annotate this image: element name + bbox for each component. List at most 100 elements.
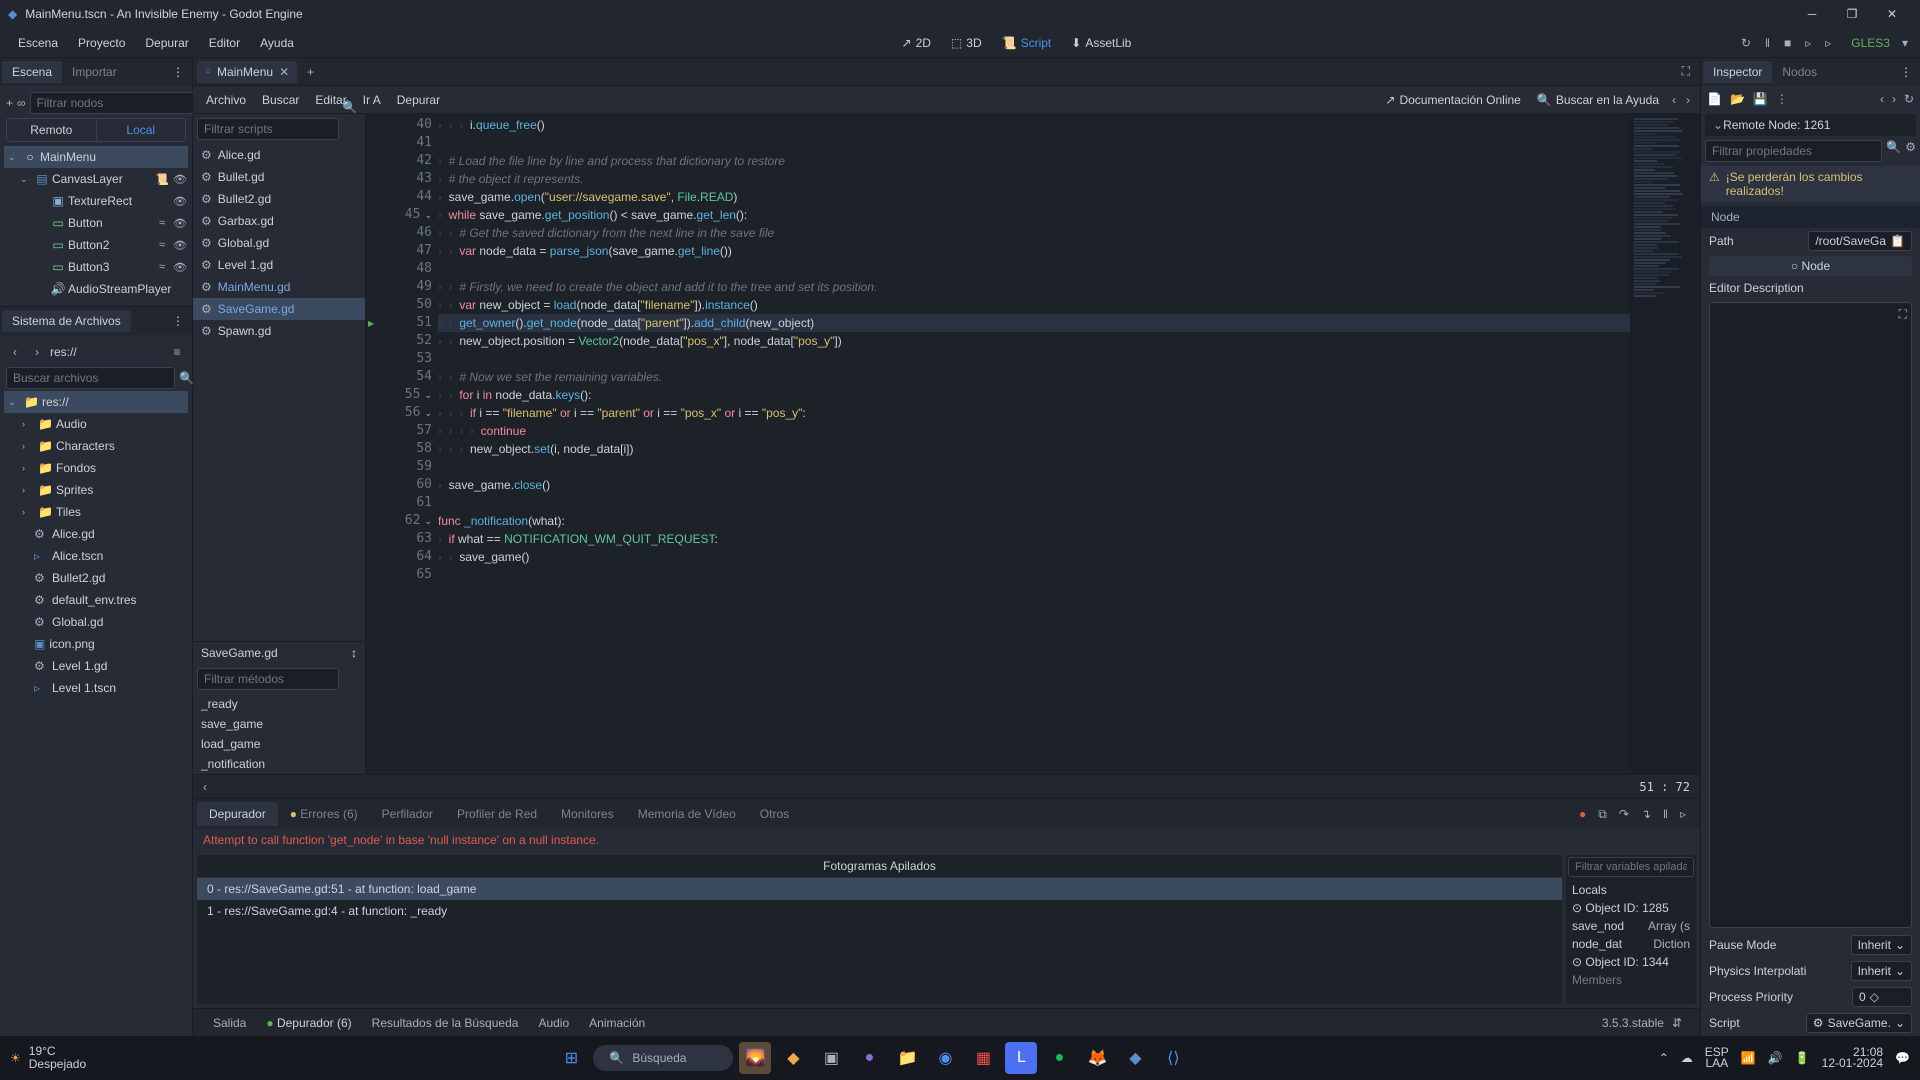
continue-icon[interactable]: ‖ (1663, 807, 1668, 822)
tree-node-audio[interactable]: 🔊 AudioStreamPlayer (4, 278, 188, 300)
footer-search-results[interactable]: Resultados de la Búsqueda (362, 1016, 529, 1030)
fs-root[interactable]: ⌄📁res:// (4, 391, 188, 413)
reload-icon[interactable]: ↻ (1741, 36, 1751, 50)
script-debug-menu[interactable]: Depurar (390, 93, 447, 107)
wifi-icon[interactable]: 📶 (1741, 1051, 1756, 1065)
tree-node-button1[interactable]: ▭ Button ≈ 👁 (4, 212, 188, 234)
play-scene-icon[interactable]: ▹ (1805, 36, 1811, 50)
close-button[interactable]: ✕ (1872, 7, 1912, 21)
tray-chevron-icon[interactable]: ⌃ (1659, 1051, 1669, 1065)
tab-profiler[interactable]: Perfilador (370, 802, 445, 826)
tray-cloud-icon[interactable]: ☁ (1681, 1051, 1693, 1065)
dock-menu-icon[interactable]: ⋮ (166, 314, 190, 328)
signal-icon[interactable]: ≈ (154, 217, 170, 229)
add-node-icon[interactable]: + (6, 96, 13, 110)
var-key[interactable]: save_nod (1572, 919, 1648, 933)
remote-local-toggle[interactable]: Remoto Local (6, 118, 186, 142)
taskbar-spotify[interactable]: ● (1043, 1042, 1075, 1074)
stop-icon[interactable]: ■ (1784, 36, 1791, 50)
start-button[interactable]: ⊞ (555, 1042, 587, 1074)
node-type-button[interactable]: ○ Node (1709, 256, 1912, 276)
play-custom-icon[interactable]: ▹ (1825, 36, 1831, 50)
script-item[interactable]: ⚙Garbax.gd (193, 210, 365, 232)
maximize-button[interactable]: ❐ (1832, 7, 1872, 21)
script-goto-menu[interactable]: Ir A (356, 93, 388, 107)
tab-misc[interactable]: Otros (748, 802, 801, 826)
tree-node-button2[interactable]: ▭ Button2 ≈ 👁 (4, 234, 188, 256)
search-icon[interactable]: 🔍 (342, 100, 357, 114)
inspector-section-node[interactable]: Node (1701, 206, 1920, 228)
fs-file[interactable]: ▣icon.png (4, 633, 188, 655)
fs-file[interactable]: ▹Level 1.tscn (4, 677, 188, 699)
remote-button[interactable]: Remoto (7, 119, 97, 141)
history-icon[interactable]: ↻ (1904, 92, 1914, 106)
volume-icon[interactable]: 🔊 (1768, 1051, 1783, 1065)
pause-icon[interactable]: ‖ (1765, 36, 1770, 50)
tab-monitors[interactable]: Monitores (549, 802, 626, 826)
inspector-filter-input[interactable] (1705, 140, 1882, 162)
online-docs-button[interactable]: ↗Documentación Online (1378, 93, 1527, 107)
footer-audio[interactable]: Audio (528, 1016, 579, 1030)
script-search-menu[interactable]: Buscar (255, 93, 306, 107)
insp-load-icon[interactable]: 📂 (1730, 92, 1745, 106)
method-item[interactable]: load_game (193, 734, 365, 754)
fs-folder[interactable]: ›📁Audio (4, 413, 188, 435)
distraction-free-icon[interactable]: ⛶ (1676, 64, 1696, 79)
tree-node-canvas[interactable]: ⌄▤ CanvasLayer 📜 👁 (4, 168, 188, 190)
taskbar-explorer[interactable]: 📁 (891, 1042, 923, 1074)
language-indicator[interactable]: ESPLAA (1705, 1047, 1729, 1069)
code-area[interactable]: › › › i.queue_free()› # Load the file li… (438, 114, 1630, 774)
step-into-icon[interactable]: ↴ (1641, 807, 1651, 822)
taskbar-app[interactable]: L (1005, 1042, 1037, 1074)
tab-import[interactable]: Importar (62, 61, 127, 83)
visibility-icon[interactable]: 👁 (172, 195, 188, 208)
menu-project[interactable]: Proyecto (68, 36, 135, 50)
tab-vmem[interactable]: Memoria de Vídeo (626, 802, 748, 826)
view-assetlib-button[interactable]: ⬇AssetLib (1061, 36, 1141, 50)
fs-file[interactable]: ⚙Alice.gd (4, 523, 188, 545)
minimize-button[interactable]: ─ (1792, 7, 1832, 21)
battery-icon[interactable]: 🔋 (1795, 1051, 1810, 1065)
nav-fwd-icon[interactable]: › (1682, 93, 1694, 107)
nav-back-icon[interactable]: ‹ (1668, 93, 1680, 107)
fs-folder[interactable]: ›📁Characters (4, 435, 188, 457)
taskbar-firefox[interactable]: 🦊 (1081, 1042, 1113, 1074)
taskbar-app[interactable]: ▣ (815, 1042, 847, 1074)
tab-network-profiler[interactable]: Profiler de Red (445, 802, 549, 826)
script-item-selected[interactable]: ⚙SaveGame.gd (193, 298, 365, 320)
tab-nodes[interactable]: Nodos (1772, 61, 1827, 83)
clock[interactable]: 21:0812-01-2024 (1822, 1047, 1883, 1069)
filter-nodes-input[interactable] (30, 92, 199, 114)
insp-menu-icon[interactable]: ⋮ (1776, 92, 1788, 106)
script-item[interactable]: ⚙MainMenu.gd (193, 276, 365, 298)
menu-editor[interactable]: Editor (199, 36, 250, 50)
local-button[interactable]: Local (97, 119, 186, 141)
taskbar-vscode[interactable]: ⟨⟩ (1157, 1042, 1189, 1074)
footer-animation[interactable]: Animación (579, 1016, 655, 1030)
script-item[interactable]: ⚙Spawn.gd (193, 320, 365, 342)
footer-output[interactable]: Salida (203, 1016, 256, 1030)
tab-inspector[interactable]: Inspector (1703, 61, 1772, 83)
taskbar-search[interactable]: 🔍Búsqueda (593, 1045, 733, 1071)
script-item[interactable]: ⚙Global.gd (193, 232, 365, 254)
taskbar-edge[interactable]: ◉ (929, 1042, 961, 1074)
view-script-button[interactable]: 📜Script (992, 36, 1062, 50)
insp-new-icon[interactable]: 📄 (1707, 92, 1722, 106)
renderer-dropdown-icon[interactable]: ▾ (1898, 36, 1912, 50)
tree-node-root[interactable]: ⌄○ MainMenu (4, 146, 188, 168)
footer-debugger[interactable]: ● Depurador (6) (256, 1016, 361, 1030)
minimap[interactable] (1630, 114, 1700, 774)
scene-tab[interactable]: ○ MainMenu ✕ (197, 61, 297, 83)
close-tab-icon[interactable]: ✕ (279, 65, 289, 79)
script-file-menu[interactable]: Archivo (199, 93, 253, 107)
script-value[interactable]: ⚙SaveGame. ⌄ (1806, 1013, 1912, 1033)
script-item[interactable]: ⚙Bullet.gd (193, 166, 365, 188)
priority-input[interactable]: 0 ◇ (1852, 987, 1912, 1007)
visibility-icon[interactable]: 👁 (172, 261, 188, 274)
remote-node-label[interactable]: ⌄ Remote Node: 1261 (1705, 114, 1916, 136)
fs-folder[interactable]: ›📁Fondos (4, 457, 188, 479)
stack-frame[interactable]: 1 - res://SaveGame.gd:4 - at function: _… (197, 900, 1562, 922)
signal-icon[interactable]: ≈ (154, 261, 170, 273)
search-icon[interactable]: 🔍 (179, 371, 194, 385)
taskbar-app[interactable]: ◆ (777, 1042, 809, 1074)
